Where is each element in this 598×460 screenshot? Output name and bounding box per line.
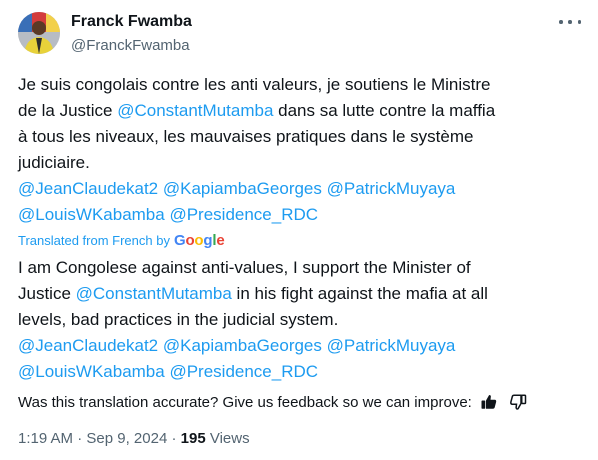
mention-link[interactable]: @ConstantMutamba xyxy=(76,284,232,303)
mention-link[interactable]: @Presidence_RDC xyxy=(169,205,318,224)
tweet-time[interactable]: 1:19 AM xyxy=(18,430,73,447)
mention-link[interactable]: @LouisWKabamba xyxy=(18,362,165,381)
tweet: Franck Fwamba @FranckFwamba Je suis cong… xyxy=(0,0,598,460)
original-mentions-1: @JeanClaudekat2 @KapiambaGeorges @Patric… xyxy=(18,176,580,202)
thumbs-up-icon[interactable] xyxy=(477,390,501,414)
thumbs-down-icon[interactable] xyxy=(506,390,530,414)
original-line-4: judiciaire. xyxy=(18,153,90,172)
mention-link[interactable]: @KapiambaGeorges xyxy=(163,179,322,198)
original-line-3: à tous les niveaux, les mauvaises pratiq… xyxy=(18,127,474,146)
views-label: Views xyxy=(209,430,250,447)
avatar[interactable] xyxy=(18,12,60,54)
translated-line-3: levels, bad practices in the judicial sy… xyxy=(18,310,339,329)
original-mentions-2: @LouisWKabamba @Presidence_RDC xyxy=(18,202,580,228)
tweet-date[interactable]: Sep 9, 2024 xyxy=(86,430,167,447)
tweet-meta: 1:19 AM · Sep 9, 2024 · 195 Views xyxy=(18,430,250,447)
translated-line-2: Justice @ConstantMutamba in his fight ag… xyxy=(18,281,580,307)
author-handle[interactable]: @FranckFwamba xyxy=(71,37,190,54)
translated-line-1: I am Congolese against anti-values, I su… xyxy=(18,258,471,277)
meta-separator: · xyxy=(171,430,177,447)
mention-link[interactable]: @Presidence_RDC xyxy=(169,362,318,381)
mention-link[interactable]: @PatrickMuyaya xyxy=(327,179,456,198)
mention-link[interactable]: @JeanClaudekat2 xyxy=(18,336,158,355)
translated-tweet-text: I am Congolese against anti-values, I su… xyxy=(18,255,580,385)
original-line-2: de la Justice @ConstantMutamba dans sa l… xyxy=(18,98,580,124)
original-line-1: Je suis congolais contre les anti valeur… xyxy=(18,75,491,94)
translated-from-text: Translated from French by xyxy=(18,233,170,248)
meta-separator: · xyxy=(77,430,83,447)
mention-link[interactable]: @JeanClaudekat2 xyxy=(18,179,158,198)
translated-mentions-1: @JeanClaudekat2 @KapiambaGeorges @Patric… xyxy=(18,333,580,359)
views-count: 195 xyxy=(180,430,206,447)
text-fragment: dans sa lutte contre la maffia xyxy=(273,101,496,120)
text-fragment: in his fight against the mafia at all xyxy=(231,284,488,303)
mention-link[interactable]: @LouisWKabamba xyxy=(18,205,165,224)
feedback-question: Was this translation accurate? Give us f… xyxy=(18,393,472,411)
mention-link[interactable]: @KapiambaGeorges xyxy=(163,336,322,355)
translated-by-label[interactable]: Translated from French by Google xyxy=(18,232,225,249)
original-tweet-text: Je suis congolais contre les anti valeur… xyxy=(18,72,580,228)
author-name[interactable]: Franck Fwamba xyxy=(71,13,192,31)
mention-link[interactable]: @ConstantMutamba xyxy=(117,101,273,120)
text-fragment: de la Justice xyxy=(18,101,118,120)
mention-link[interactable]: @PatrickMuyaya xyxy=(327,336,456,355)
text-fragment: Justice xyxy=(18,284,76,303)
google-logo: Google xyxy=(173,232,225,249)
more-icon[interactable] xyxy=(559,14,581,30)
translated-mentions-2: @LouisWKabamba @Presidence_RDC xyxy=(18,359,580,385)
translation-feedback: Was this translation accurate? Give us f… xyxy=(18,390,530,414)
